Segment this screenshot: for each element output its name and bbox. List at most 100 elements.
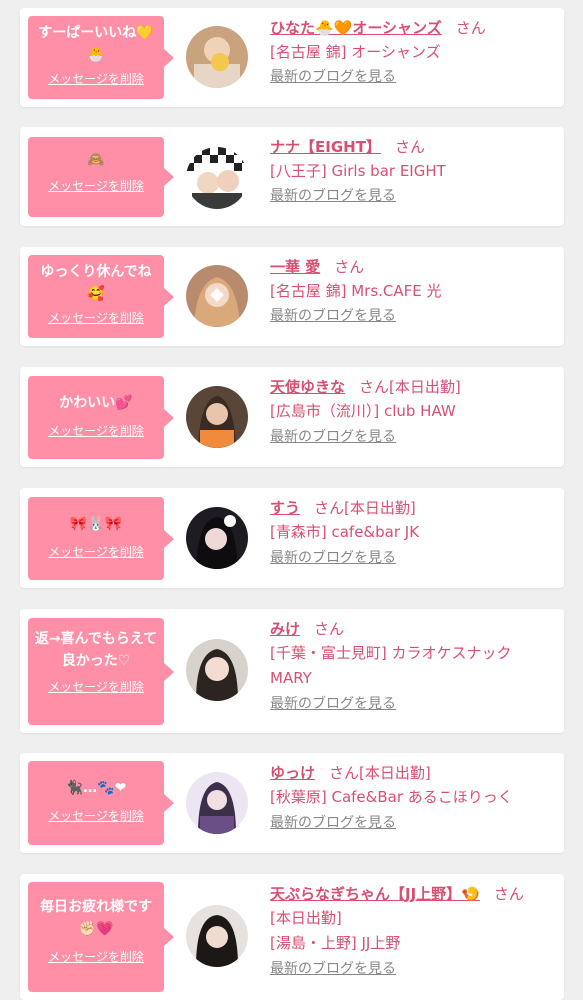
message-text: 🙈 <box>87 152 105 168</box>
message-bubble: かわいい💕 メッセージを削除 <box>28 376 174 459</box>
today-badge: [本日出勤] <box>359 764 431 782</box>
cast-name-link[interactable]: 一華 愛 <box>270 258 320 276</box>
cast-info: ナナ【EIGHT】 さん [八王子] Girls bar EIGHT 最新のブログ… <box>270 135 556 206</box>
cast-name-link[interactable]: ひなた🐣🧡オーシャンズ <box>270 19 442 37</box>
cast-info: 天使ゆきな さん[本日出勤] [広島市（流川）] club HAW 最新のブログを… <box>270 375 556 447</box>
message-text: ゆっくり休んでね🥰 <box>40 264 152 302</box>
cast-name-link[interactable]: ゆっけ <box>270 764 315 782</box>
avatar[interactable] <box>186 507 248 569</box>
cast-name-link[interactable]: 天ぷらなぎちゃん【JJ上野】🍤 <box>270 885 480 903</box>
honorific: さん <box>455 19 486 37</box>
shop-label: [八王子] Girls bar EIGHT <box>270 162 446 180</box>
today-badge: [本日出勤] <box>344 499 416 517</box>
cast-info: ゆっけ さん[本日出勤] [秋葉原] Cafe&Bar あるこほりっく 最新のブロ… <box>270 761 556 833</box>
cast-name-link[interactable]: 天使ゆきな <box>270 378 345 396</box>
avatar-photo-icon <box>186 639 248 701</box>
latest-blog-link[interactable]: 最新のブログを見る <box>270 67 396 87</box>
avatar-photo-icon <box>186 26 248 88</box>
delete-message-link[interactable]: メッセージを削除 <box>34 678 158 695</box>
delete-message-link[interactable]: メッセージを削除 <box>34 422 158 439</box>
avatar-photo-icon <box>186 905 248 967</box>
message-text: 🎀🐰🎀 <box>69 516 123 532</box>
avatar[interactable] <box>186 386 248 448</box>
delete-message-link[interactable]: メッセージを削除 <box>34 177 158 194</box>
cast-info: すう さん[本日出勤] [青森市] cafe&bar JK 最新のブログを見る <box>270 496 556 568</box>
shop-label: [青森市] cafe&bar JK <box>270 523 420 541</box>
avatar[interactable] <box>186 905 248 967</box>
message-bubble: 毎日お疲れ様です✊🏻💗 メッセージを削除 <box>28 882 174 992</box>
message-bubble: 🙈 メッセージを削除 <box>28 137 174 217</box>
avatar[interactable] <box>186 265 248 327</box>
message-bubble: すーぱーいいね💛🐣 メッセージを削除 <box>28 16 174 99</box>
message-card: すーぱーいいね💛🐣 メッセージを削除 ひなた🐣🧡オーシャンズ さん [名古屋 錦]… <box>20 8 564 107</box>
cast-name-link[interactable]: すう <box>270 499 300 517</box>
avatar-photo-icon <box>186 772 248 834</box>
message-text: 返→喜んでもらえて良かった♡ <box>34 631 158 669</box>
latest-blog-link[interactable]: 最新のブログを見る <box>270 427 396 447</box>
avatar-photo-icon <box>186 147 248 209</box>
name-line: ゆっけ さん[本日出勤] <box>270 761 556 785</box>
name-line: 天使ゆきな さん[本日出勤] <box>270 375 556 399</box>
shop-label: [秋葉原] Cafe&Bar あるこほりっく <box>270 788 513 806</box>
message-card: かわいい💕 メッセージを削除 天使ゆきな さん[本日出勤] [広島市（流川）] c… <box>20 367 564 467</box>
honorific: さん <box>334 258 365 276</box>
cast-info: 一華 愛さん [名古屋 錦] Mrs.CAFE 光 最新のブログを見る <box>270 255 556 326</box>
avatar[interactable] <box>186 26 248 88</box>
shop-label: [広島市（流川）] club HAW <box>270 402 456 420</box>
message-card: ゆっくり休んでね🥰 メッセージを削除 一華 愛さん [名古屋 錦] Mrs.CA… <box>20 247 564 346</box>
cast-name-link[interactable]: みけ <box>270 620 300 638</box>
message-bubble: ゆっくり休んでね🥰 メッセージを削除 <box>28 255 174 338</box>
cast-info: 天ぷらなぎちゃん【JJ上野】🍤 さん [本日出勤] [湯島・上野] JJ上野 最新… <box>270 882 556 979</box>
shop-label: [名古屋 錦] オーシャンズ <box>270 43 441 61</box>
avatar[interactable] <box>186 639 248 701</box>
name-line: すう さん[本日出勤] <box>270 496 556 520</box>
latest-blog-link[interactable]: 最新のブログを見る <box>270 694 396 714</box>
honorific: さん <box>314 499 345 517</box>
delete-message-link[interactable]: メッセージを削除 <box>34 948 158 965</box>
name-line: ひなた🐣🧡オーシャンズ さん <box>270 16 556 40</box>
honorific: さん <box>359 378 390 396</box>
avatar[interactable] <box>186 772 248 834</box>
message-card: 返→喜んでもらえて良かった♡ メッセージを削除 みけ さん [千葉・富士見町] カ… <box>20 609 564 733</box>
honorific: さん <box>493 885 524 903</box>
message-card: 毎日お疲れ様です✊🏻💗 メッセージを削除 天ぷらなぎちゃん【JJ上野】🍤 さん [… <box>20 874 564 1000</box>
message-bubble: 🐈‍⬛…🐾❤ メッセージを削除 <box>28 761 174 845</box>
delete-message-link[interactable]: メッセージを削除 <box>34 543 158 560</box>
honorific: さん <box>314 620 345 638</box>
message-text: すーぱーいいね💛🐣 <box>38 25 154 63</box>
message-text: 🐈‍⬛…🐾❤ <box>65 780 127 796</box>
delete-message-link[interactable]: メッセージを削除 <box>34 807 158 824</box>
name-line: 天ぷらなぎちゃん【JJ上野】🍤 さん <box>270 882 556 906</box>
name-line: みけ さん <box>270 617 556 641</box>
message-text: かわいい💕 <box>59 395 133 411</box>
honorific: さん <box>329 764 360 782</box>
latest-blog-link[interactable]: 最新のブログを見る <box>270 813 396 833</box>
shop-label: [名古屋 錦] Mrs.CAFE 光 <box>270 282 442 300</box>
message-card: 🙈 メッセージを削除 ナナ【EIGHT】 さん [八王子] Girls bar E… <box>20 127 564 226</box>
today-badge: [本日出勤] <box>270 909 342 927</box>
cast-info: ひなた🐣🧡オーシャンズ さん [名古屋 錦] オーシャンズ 最新のブログを見る <box>270 16 556 87</box>
latest-blog-link[interactable]: 最新のブログを見る <box>270 306 396 326</box>
latest-blog-link[interactable]: 最新のブログを見る <box>270 548 396 568</box>
message-card: 🐈‍⬛…🐾❤ メッセージを削除 ゆっけ さん[本日出勤] [秋葉原] Cafe&B… <box>20 753 564 853</box>
delete-message-link[interactable]: メッセージを削除 <box>34 70 158 87</box>
today-badge: [本日出勤] <box>389 378 461 396</box>
delete-message-link[interactable]: メッセージを削除 <box>34 309 158 326</box>
name-line: 一華 愛さん <box>270 255 556 279</box>
shop-label: [湯島・上野] JJ上野 <box>270 934 401 952</box>
avatar[interactable] <box>186 147 248 209</box>
latest-blog-link[interactable]: 最新のブログを見る <box>270 959 396 979</box>
message-bubble: 返→喜んでもらえて良かった♡ メッセージを削除 <box>28 618 174 725</box>
shop-label: [千葉・富士見町] カラオケスナック MARY <box>270 644 512 687</box>
cast-info: みけ さん [千葉・富士見町] カラオケスナック MARY 最新のブログを見る <box>270 617 556 714</box>
avatar-photo-icon <box>186 386 248 448</box>
avatar-photo-icon <box>186 265 248 327</box>
name-line: ナナ【EIGHT】 さん <box>270 135 556 159</box>
honorific: さん <box>394 138 425 156</box>
avatar-photo-icon <box>186 507 248 569</box>
latest-blog-link[interactable]: 最新のブログを見る <box>270 186 396 206</box>
cast-name-link[interactable]: ナナ【EIGHT】 <box>270 138 381 156</box>
message-text: 毎日お疲れ様です✊🏻💗 <box>40 899 152 937</box>
message-bubble: 🎀🐰🎀 メッセージを削除 <box>28 497 174 580</box>
message-card: 🎀🐰🎀 メッセージを削除 すう さん[本日出勤] [青森市] cafe&bar J… <box>20 488 564 588</box>
